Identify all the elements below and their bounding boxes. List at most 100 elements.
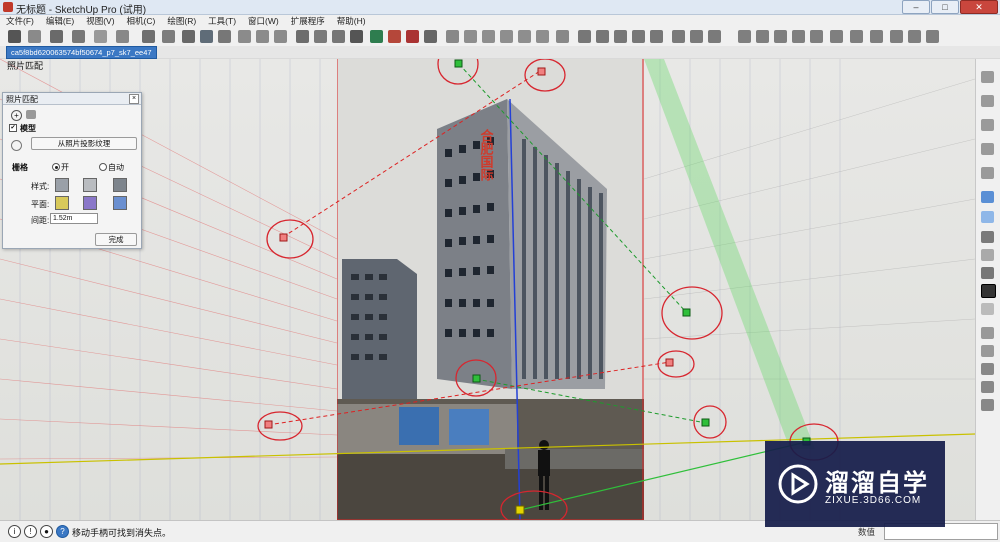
add-photo-icon[interactable]: + (11, 110, 22, 121)
menu-draw[interactable]: 绘图(R) (161, 15, 202, 27)
user-icon[interactable]: ● (40, 525, 53, 538)
stamp-tool-icon[interactable] (596, 30, 609, 43)
sandbox-tool-icon[interactable] (578, 30, 591, 43)
panel-close-button[interactable]: × (129, 94, 139, 104)
shape-tool-icon[interactable] (94, 30, 107, 43)
back-view-icon[interactable] (518, 30, 531, 43)
zoom-extents-icon[interactable] (350, 30, 363, 43)
geo-location-icon[interactable]: i (8, 525, 21, 538)
green-vanishing-handle-icon[interactable] (437, 59, 479, 85)
menu-camera[interactable]: 相机(C) (121, 15, 162, 27)
menu-tools[interactable]: 工具(T) (202, 15, 242, 27)
red-vanishing-handle-icon[interactable] (524, 59, 566, 92)
close-button[interactable]: ✕ (960, 0, 998, 14)
offset-tool-icon[interactable] (162, 30, 175, 43)
hidden-line-icon[interactable] (981, 249, 994, 261)
look-around-icon[interactable] (981, 399, 994, 411)
menu-file[interactable]: 文件(F) (0, 15, 40, 27)
orbit-tool-icon[interactable] (296, 30, 309, 43)
style-outside-icon[interactable] (83, 178, 97, 192)
move-tool-icon[interactable] (182, 30, 195, 43)
scene-tab[interactable]: ca5f8bd620063574bf50674_p7_sk7_ee47 (6, 46, 157, 59)
follow-me-icon[interactable] (672, 30, 685, 43)
rectangle-tool-icon[interactable] (116, 30, 129, 43)
iso-view-icon[interactable] (981, 71, 994, 83)
split-icon[interactable] (792, 30, 805, 43)
subtract-icon[interactable] (756, 30, 769, 43)
paint-bucket-icon[interactable] (870, 30, 883, 43)
back-view-icon[interactable] (981, 167, 994, 179)
plane-yz-icon[interactable] (113, 196, 127, 210)
rotate-tool-icon[interactable] (200, 30, 213, 43)
shaded-textures-icon[interactable] (981, 284, 996, 298)
minimize-button[interactable]: – (902, 0, 930, 14)
style-above-icon[interactable] (113, 178, 127, 192)
menu-extensions[interactable]: 扩展程序 (285, 15, 331, 27)
union-icon[interactable] (738, 30, 751, 43)
line-tool-icon[interactable] (50, 30, 63, 43)
credits-icon[interactable]: ! (24, 525, 37, 538)
xray-style-icon[interactable] (556, 30, 569, 43)
grid-auto-radio[interactable] (99, 163, 107, 171)
project-textures-button[interactable]: 从照片投影纹理 (31, 137, 137, 150)
pan-tool-icon[interactable] (314, 30, 327, 43)
red-vanishing-handle-icon[interactable] (266, 219, 314, 259)
shadow-icon[interactable] (830, 30, 843, 43)
green-vanishing-handle-icon[interactable] (455, 359, 497, 397)
model-info-icon[interactable] (424, 30, 437, 43)
green-vanishing-handle-icon[interactable] (661, 286, 723, 340)
text-tool-icon[interactable] (274, 30, 287, 43)
settings-icon[interactable] (26, 110, 36, 119)
spacing-input[interactable]: 1.52m (50, 213, 98, 224)
3d-warehouse-icon[interactable] (370, 30, 383, 43)
menu-window[interactable]: 窗口(W) (242, 15, 285, 27)
monochrome-icon[interactable] (981, 303, 994, 315)
tape-measure-icon[interactable] (238, 30, 251, 43)
flip-edge-icon[interactable] (650, 30, 663, 43)
done-button[interactable]: 完成 (95, 233, 137, 246)
detail-tool-icon[interactable] (632, 30, 645, 43)
materials-icon[interactable] (908, 30, 921, 43)
model-checkbox[interactable]: ✔ (9, 124, 17, 132)
drape-tool-icon[interactable] (614, 30, 627, 43)
iso-view-icon[interactable] (446, 30, 459, 43)
front-view-icon[interactable] (981, 119, 994, 131)
select-tool-icon[interactable] (8, 30, 21, 43)
home-view-icon[interactable] (981, 363, 994, 375)
outer-shell-icon[interactable] (708, 30, 721, 43)
red-vanishing-handle-icon[interactable] (657, 350, 695, 378)
components-icon[interactable] (890, 30, 903, 43)
arc-tool-icon[interactable] (72, 30, 85, 43)
fog-icon[interactable] (850, 30, 863, 43)
plane-xz-icon[interactable] (83, 196, 97, 210)
left-view-icon[interactable] (536, 30, 549, 43)
intersect-icon[interactable] (690, 30, 703, 43)
top-view-icon[interactable] (981, 95, 994, 107)
origin-handle-icon[interactable] (500, 490, 568, 520)
plane-xy-icon[interactable] (55, 196, 69, 210)
push-pull-tool-icon[interactable] (142, 30, 155, 43)
styles-icon[interactable] (926, 30, 939, 43)
help-icon[interactable]: ? (56, 525, 69, 538)
back-edges-icon[interactable] (981, 211, 994, 223)
eraser-tool-icon[interactable] (28, 30, 41, 43)
zoom-tool-icon[interactable] (332, 30, 345, 43)
grid-on-radio[interactable] (52, 163, 60, 171)
top-view-icon[interactable] (464, 30, 477, 43)
layout-icon[interactable] (406, 30, 419, 43)
wireframe-icon[interactable] (981, 231, 994, 243)
dimension-tool-icon[interactable] (256, 30, 269, 43)
section-plane-icon[interactable] (810, 30, 823, 43)
maximize-button[interactable]: □ (931, 0, 959, 14)
crosshair-icon[interactable] (11, 140, 22, 151)
menu-view[interactable]: 视图(V) (80, 15, 120, 27)
extension-warehouse-icon[interactable] (388, 30, 401, 43)
menu-help[interactable]: 帮助(H) (331, 15, 372, 27)
shaded-icon[interactable] (981, 267, 994, 279)
walk-icon[interactable] (981, 381, 994, 393)
red-vanishing-handle-icon[interactable] (257, 411, 303, 441)
orbit-icon[interactable] (981, 345, 994, 357)
front-view-icon[interactable] (482, 30, 495, 43)
xray-icon[interactable] (981, 191, 994, 203)
right-view-icon[interactable] (981, 143, 994, 155)
